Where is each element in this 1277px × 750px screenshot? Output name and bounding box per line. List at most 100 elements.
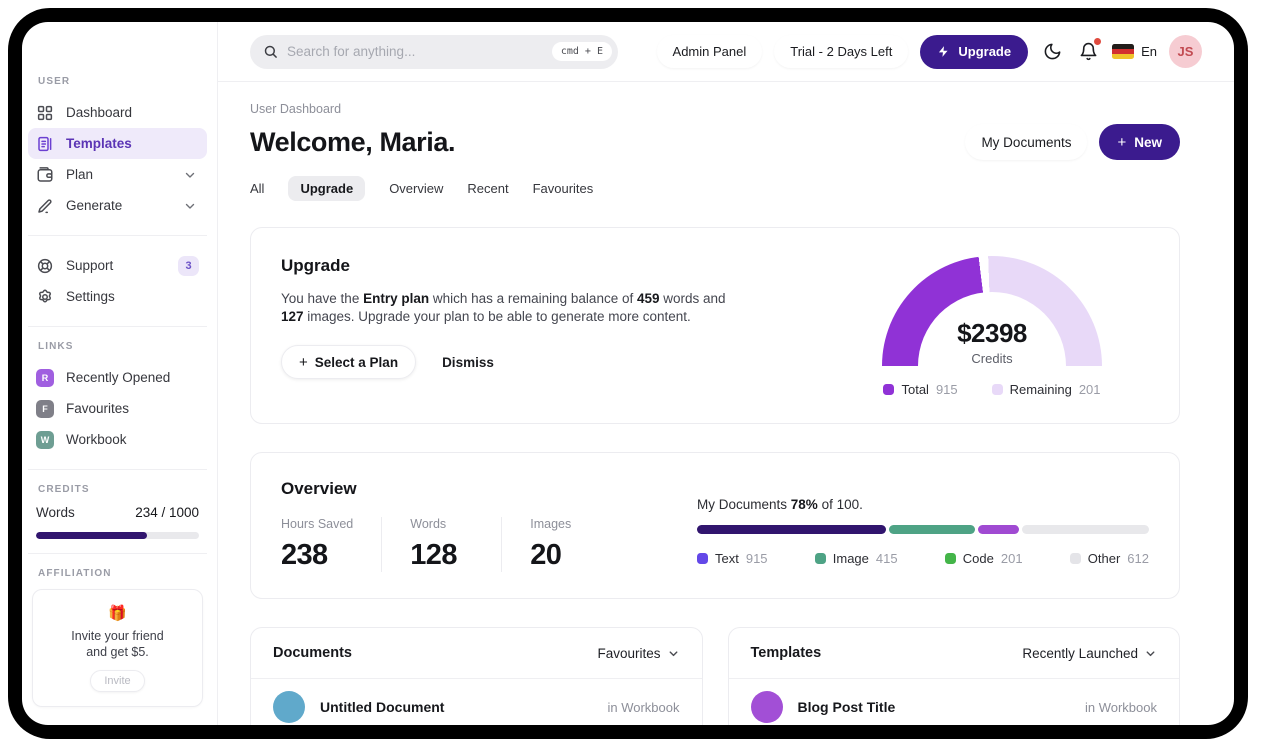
invite-text-line2: and get $5. xyxy=(86,645,149,659)
sidebar-section-affiliation: AFFILIATION xyxy=(38,568,112,579)
upgrade-card: Upgrade You have the Entry plan which ha… xyxy=(250,227,1180,424)
bar-segment-code xyxy=(977,525,1020,534)
link-badge: W xyxy=(36,430,54,449)
wallet-icon xyxy=(37,166,53,182)
sidebar-item-templates[interactable]: Templates xyxy=(28,128,207,159)
credits-gauge: $2398 Credits Total 915 Remaining 201 xyxy=(867,256,1117,397)
upgrade-button[interactable]: Upgrade xyxy=(920,34,1029,69)
sidebar-section-links: LINKS xyxy=(38,341,74,352)
main-column: cmd + E Admin Panel Trial - 2 Days Left … xyxy=(218,22,1234,725)
bar-segment-image xyxy=(889,525,975,534)
legend-value: 915 xyxy=(745,551,768,566)
documents-stacked-bar xyxy=(697,525,1149,534)
plan-name: Entry plan xyxy=(363,291,430,306)
template-avatar xyxy=(750,691,783,723)
sidebar-section-credits: CREDITS xyxy=(38,484,90,495)
documents-progress-panel: My Documents 78% of 100. Text 915 Image 415… xyxy=(697,497,1149,572)
invite-text-line1: Invite your friend xyxy=(71,629,164,643)
user-avatar[interactable]: JS xyxy=(1169,35,1202,68)
select-plan-button[interactable]: + Select a Plan xyxy=(281,345,417,379)
sidebar: USER Dashboard Templates Plan Generate S… xyxy=(22,22,218,725)
new-button[interactable]: + New xyxy=(1099,124,1180,160)
sidebar-item-dashboard[interactable]: Dashboard xyxy=(28,97,207,128)
my-documents-button[interactable]: My Documents xyxy=(965,124,1088,160)
template-location: in Workbook xyxy=(1084,699,1157,715)
legend-value: 201 xyxy=(1000,551,1023,566)
topbar: cmd + E Admin Panel Trial - 2 Days Left … xyxy=(218,22,1234,82)
language-selector[interactable]: En xyxy=(1112,44,1157,59)
documents-filter-label: Favourites xyxy=(597,645,661,661)
tab-overview[interactable]: Overview xyxy=(389,176,443,201)
sidebar-item-generate[interactable]: Generate xyxy=(28,190,207,221)
legend-value: 915 xyxy=(935,382,958,397)
dark-mode-toggle[interactable] xyxy=(1040,40,1064,64)
tab-favourites[interactable]: Favourites xyxy=(533,176,594,201)
credits-progress-track xyxy=(36,532,199,539)
bottom-row: Documents Favourites Untitled Document i… xyxy=(250,627,1180,725)
tab-all[interactable]: All xyxy=(250,176,264,201)
legend-item: Code 201 xyxy=(944,551,1023,566)
notification-dot xyxy=(1094,37,1102,45)
legend-label: Remaining xyxy=(1009,382,1072,397)
documents-filter-dropdown[interactable]: Favourites xyxy=(597,646,679,661)
legend-swatch xyxy=(697,553,708,564)
upgrade-card-body: You have the Entry plan which has a rema… xyxy=(281,291,726,324)
document-row[interactable]: Untitled Document in Workbook xyxy=(251,679,702,725)
plus-icon: + xyxy=(299,353,308,371)
sidebar-item-label: Templates xyxy=(66,136,132,151)
overview-card: Overview Hours Saved 238 Words 128 Image… xyxy=(250,452,1180,599)
sidebar-link-recently-opened[interactable]: R Recently Opened xyxy=(28,362,207,393)
document-avatar xyxy=(273,691,305,723)
stat-hours-saved: Hours Saved 238 xyxy=(281,517,383,572)
sidebar-section-user: USER xyxy=(38,76,71,87)
invite-button[interactable]: Invite xyxy=(90,670,145,692)
lightning-icon xyxy=(939,46,948,57)
sidebar-item-plan[interactable]: Plan xyxy=(28,159,207,190)
templates-filter-dropdown[interactable]: Recently Launched xyxy=(1022,646,1157,661)
sidebar-item-label: Favourites xyxy=(66,401,130,416)
chevron-down-icon xyxy=(185,172,195,178)
support-count-badge: 3 xyxy=(178,255,199,276)
gift-icon: 🎁 xyxy=(108,605,127,622)
stat-images: Images 20 xyxy=(530,517,572,571)
sidebar-item-label: Dashboard xyxy=(66,105,133,120)
tab-recent[interactable]: Recent xyxy=(467,176,508,201)
chevron-down-icon xyxy=(185,203,195,209)
legend-item: Image 415 xyxy=(814,551,898,566)
search-input[interactable] xyxy=(287,44,543,59)
sidebar-item-settings[interactable]: Settings xyxy=(28,281,207,312)
template-row[interactable]: Blog Post Title in Workbook xyxy=(729,679,1180,725)
moon-icon xyxy=(1044,43,1061,60)
sidebar-divider xyxy=(28,326,207,327)
trial-status-button[interactable]: Trial - 2 Days Left xyxy=(774,35,909,68)
chevron-down-icon xyxy=(1146,650,1155,656)
stat-words: Words 128 xyxy=(410,517,503,572)
chevron-down-icon xyxy=(669,650,677,656)
link-badge: R xyxy=(36,368,54,387)
german-flag-icon xyxy=(1112,44,1135,59)
legend-item: Text 915 xyxy=(697,551,768,566)
search-bar[interactable]: cmd + E xyxy=(250,34,618,69)
sidebar-item-label: Settings xyxy=(66,289,115,304)
sidebar-item-label: Generate xyxy=(66,198,123,213)
notifications-button[interactable] xyxy=(1076,37,1102,64)
link-badge: F xyxy=(36,399,54,418)
legend-swatch xyxy=(883,384,895,395)
pencil-icon xyxy=(38,198,52,213)
grid-icon xyxy=(37,105,53,120)
admin-panel-button[interactable]: Admin Panel xyxy=(656,35,763,68)
search-shortcut-hint: cmd + E xyxy=(551,42,612,61)
sidebar-link-favourites[interactable]: F Favourites xyxy=(28,393,207,424)
documents-card-title: Documents xyxy=(273,645,352,661)
tab-upgrade[interactable]: Upgrade xyxy=(288,176,366,201)
credits-block: Words 234 / 1000 xyxy=(28,505,207,539)
upgrade-button-label: Upgrade xyxy=(958,44,1012,59)
sidebar-divider xyxy=(28,235,207,236)
life-ring-icon xyxy=(37,258,53,273)
sidebar-link-workbook[interactable]: W Workbook xyxy=(28,424,207,455)
dismiss-button[interactable]: Dismiss xyxy=(442,355,494,370)
bar-legend: Text 915 Image 415 Code 201 Other 612 xyxy=(697,551,1149,566)
sidebar-item-support[interactable]: Support 3 xyxy=(28,250,207,281)
window-frame: USER Dashboard Templates Plan Generate S… xyxy=(8,8,1248,739)
select-plan-label: Select a Plan xyxy=(314,354,399,370)
